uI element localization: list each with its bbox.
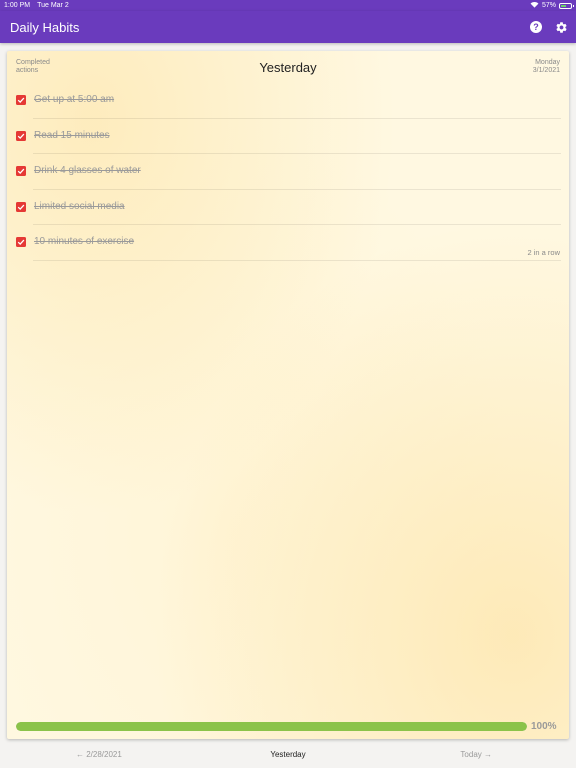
habits-card: Completed actions Yesterday Monday 3/1/2… [7, 51, 569, 739]
wifi-icon [530, 1, 539, 10]
checkbox-checked-icon[interactable] [16, 130, 26, 141]
status-date: Tue Mar 2 [37, 2, 69, 9]
next-day-button[interactable]: Today → [460, 750, 492, 759]
habit-row[interactable]: 10 minutes of exercise [15, 225, 561, 261]
help-circle-icon[interactable]: ? [530, 21, 542, 33]
app-title: Daily Habits [10, 19, 80, 35]
habit-row[interactable]: Get up at 5:00 am [15, 83, 561, 119]
progress-bar [16, 722, 527, 731]
status-right: 57% [530, 1, 574, 10]
battery-percent: 57% [541, 2, 556, 9]
habit-label: Read 15 minutes [34, 129, 110, 141]
status-bar: 1:00 PM Tue Mar 2 57% [0, 0, 576, 11]
habit-row[interactable]: Read 15 minutes [15, 119, 561, 154]
habit-row[interactable]: Drink 4 glasses of water [15, 154, 561, 190]
date-block: Monday 3/1/2021 [533, 59, 560, 75]
progress-percent: 100% [531, 721, 557, 732]
habit-label: Get up at 5:00 am [34, 94, 115, 105]
progress-track [16, 722, 527, 731]
habit-label: 10 minutes of exercise [34, 236, 135, 247]
checkbox-checked-icon[interactable] [16, 237, 26, 247]
streak-label: 2 in a row [527, 248, 560, 257]
date-label: 3/1/2021 [532, 67, 560, 74]
progress-fill [16, 722, 527, 731]
gear-icon[interactable] [554, 20, 568, 34]
card-header: Completed actions Yesterday Monday 3/1/2… [7, 51, 569, 81]
day-title: Yesterday [259, 60, 317, 75]
bottom-nav: ← 2/28/2021 Yesterday Today → [0, 740, 576, 768]
habit-row[interactable]: Limited social media [15, 190, 561, 225]
battery-icon [559, 2, 574, 9]
checkbox-checked-icon[interactable] [16, 166, 26, 176]
habit-label: Drink 4 glasses of water [34, 165, 141, 176]
row-divider [33, 259, 561, 261]
habit-label: Limited social media [34, 200, 125, 212]
habit-list: Get up at 5:00 am Read 15 minutes Drink … [7, 83, 569, 261]
app-bar: Daily Habits ? [0, 11, 576, 43]
checkbox-checked-icon[interactable] [16, 95, 26, 105]
checkbox-checked-icon[interactable] [16, 201, 26, 212]
app-bar-actions: ? [530, 20, 568, 34]
weekday-label: Monday [535, 59, 560, 66]
status-time: 1:00 PM [4, 2, 31, 9]
